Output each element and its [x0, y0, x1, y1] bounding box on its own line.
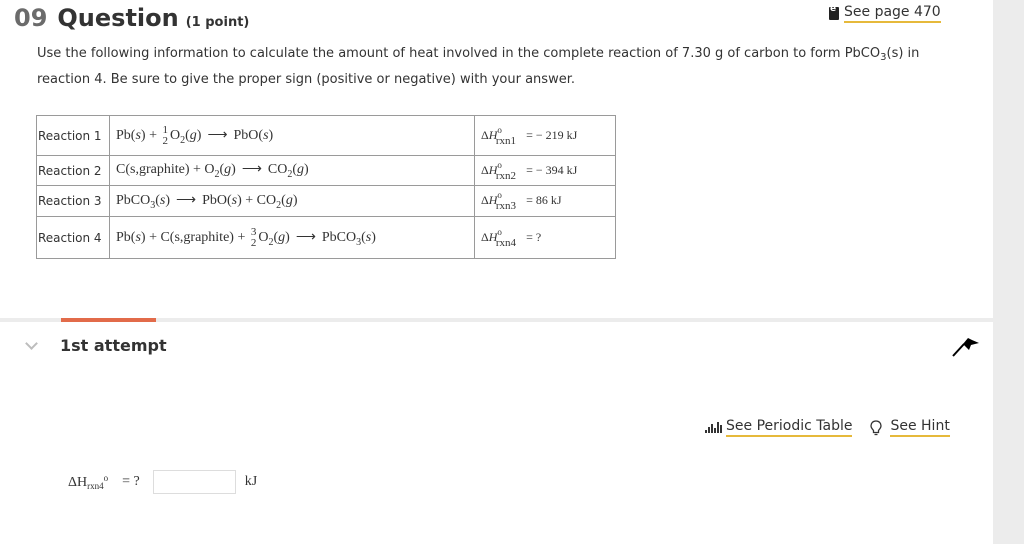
flag-icon[interactable]	[952, 336, 982, 358]
lightbulb-icon	[870, 419, 883, 435]
ebook-icon	[829, 4, 839, 20]
reaction-label: Reaction 4	[36, 216, 110, 259]
question-title: Question	[57, 4, 179, 32]
enthalpy-cell: ΔHorxn2 = − 394 kJ	[474, 155, 616, 186]
reactions-table: Reaction 1 Pb(s) + 1 2 O2(g) ⟶ PbO(s) ΔHorxn…	[36, 115, 616, 259]
periodic-table-label[interactable]: See Periodic Table	[726, 418, 853, 437]
enthalpy-cell: ΔHorxn1 = − 219 kJ	[474, 115, 616, 156]
periodic-table-link[interactable]: See Periodic Table	[705, 418, 853, 437]
reaction-label: Reaction 2	[36, 155, 110, 186]
attempt-toggle[interactable]: 1st attempt	[25, 336, 167, 355]
hint-link[interactable]: See Hint	[870, 418, 950, 437]
reaction-equation: Pb(s) + C(s,graphite) + 3 2 O2(g) ⟶ PbCO3(s)	[109, 216, 475, 259]
enthalpy-cell: ΔHorxn3 = 86 kJ	[474, 185, 616, 217]
reaction-equation: PbCO3(s) ⟶ PbO(s) + CO2(g)	[109, 185, 475, 217]
enthalpy-value: = 86 kJ	[526, 193, 562, 207]
hint-label[interactable]: See Hint	[890, 418, 950, 437]
reaction-equation: Pb(s) + 1 2 O2(g) ⟶ PbO(s)	[109, 115, 475, 156]
attempt-progress-accent	[61, 318, 156, 322]
answer-input[interactable]	[152, 470, 236, 494]
table-row: Reaction 2 C(s,graphite) + O2(g) ⟶ CO2(g) …	[36, 155, 616, 186]
question-points: (1 point)	[185, 15, 250, 30]
enthalpy-cell: ΔHorxn4 = ?	[474, 216, 616, 259]
reaction-label: Reaction 3	[36, 185, 110, 217]
question-number: 09	[14, 4, 48, 32]
reaction-label: Reaction 1	[36, 115, 110, 156]
reaction-equation: C(s,graphite) + O2(g) ⟶ CO2(g)	[109, 155, 475, 186]
table-row: Reaction 1 Pb(s) + 1 2 O2(g) ⟶ PbO(s) ΔHorxn…	[36, 115, 616, 156]
right-sidebar	[993, 0, 1024, 544]
chevron-down-icon[interactable]	[25, 336, 38, 350]
question-header: 09 Question (1 point)	[14, 4, 249, 32]
enthalpy-value: = ?	[526, 229, 542, 244]
enthalpy-value: = − 394 kJ	[526, 162, 578, 177]
see-page-label[interactable]: See page 470	[844, 4, 941, 23]
see-page-link[interactable]: See page 470	[829, 4, 941, 23]
answer-unit: kJ	[244, 474, 258, 489]
periodic-table-icon	[705, 422, 722, 433]
question-tools: See Periodic Table See Hint	[705, 418, 968, 437]
attempt-label: 1st attempt	[60, 336, 167, 355]
table-row: Reaction 4 Pb(s) + C(s,graphite) + 3 2 O2(…	[36, 216, 616, 259]
answer-equals: = ?	[122, 474, 140, 489]
answer-row: ΔHrxn4o = ? kJ	[68, 470, 257, 494]
enthalpy-value: = − 219 kJ	[526, 127, 578, 142]
question-prompt: Use the following information to calcula…	[37, 43, 957, 91]
table-row: Reaction 3 PbCO3(s) ⟶ PbO(s) + CO2(g) ΔHor…	[36, 185, 616, 217]
answer-symbol: ΔHrxn4o	[68, 473, 109, 491]
question-panel: 09 Question (1 point) See page 470 Use t…	[0, 0, 993, 544]
prompt-text-1: Use the following information to calcula…	[37, 46, 881, 61]
